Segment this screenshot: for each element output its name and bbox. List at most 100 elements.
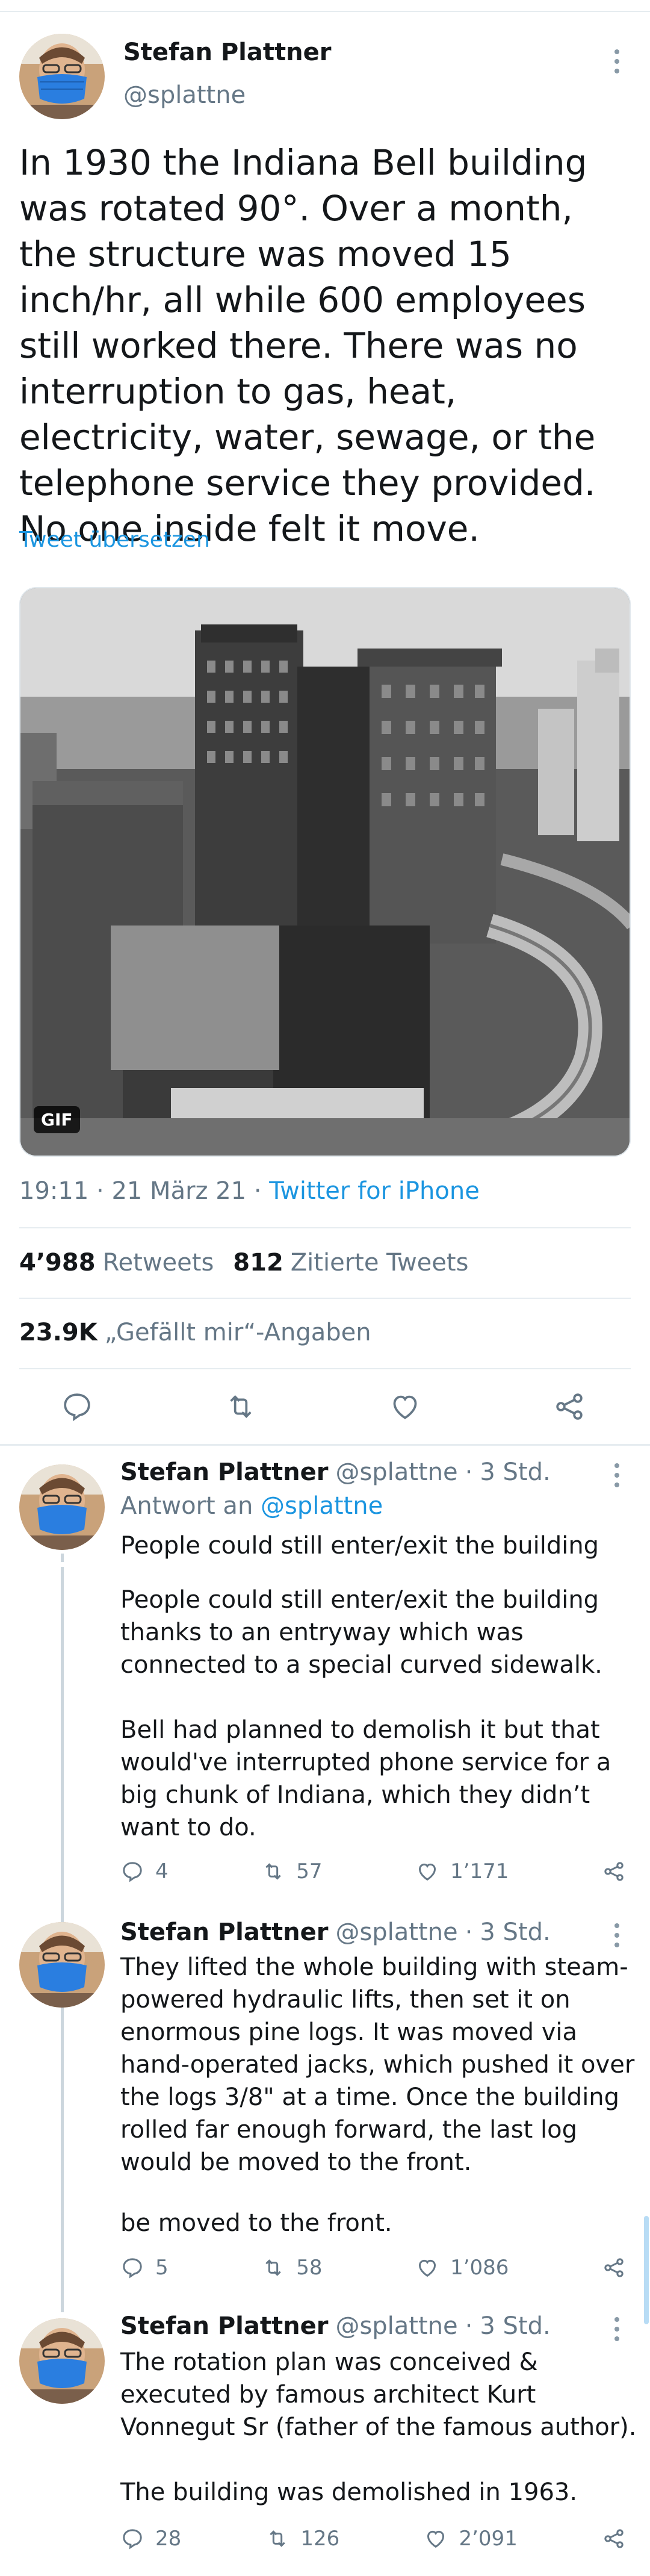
retweet-count: 57 bbox=[296, 1859, 323, 1884]
top-divider bbox=[0, 11, 650, 12]
likes-stat[interactable]: 23.9K „Gefällt mir“-Angaben bbox=[19, 1319, 371, 1346]
like-icon[interactable] bbox=[388, 1390, 422, 1426]
share-icon bbox=[604, 2529, 624, 2548]
like-icon bbox=[427, 2530, 445, 2548]
like-icon bbox=[419, 2259, 436, 2277]
author-name[interactable]: Stefan Plattner bbox=[123, 39, 331, 66]
reply-actions: 5 58 1’086 bbox=[120, 2256, 626, 2280]
retweets-label[interactable]: Retweets bbox=[103, 1249, 214, 1277]
retweet-button[interactable]: 58 bbox=[261, 2256, 322, 2280]
share-button[interactable] bbox=[602, 1859, 626, 1884]
reply-actions: 28 126 2’091 bbox=[120, 2527, 626, 2551]
separator-dot: · bbox=[465, 1458, 473, 1486]
reply-count: 28 bbox=[155, 2527, 182, 2551]
share-icon[interactable] bbox=[552, 1390, 586, 1426]
reply-icon[interactable] bbox=[60, 1390, 94, 1426]
tweet-client[interactable]: Twitter for iPhone bbox=[269, 1177, 480, 1205]
reply-avatar[interactable] bbox=[19, 1922, 105, 2008]
reply-button[interactable]: 4 bbox=[120, 1859, 169, 1884]
more-icon[interactable] bbox=[605, 1917, 629, 1953]
retweet-button[interactable]: 126 bbox=[265, 2527, 339, 2551]
reply-age[interactable]: 3 Std. bbox=[480, 2312, 550, 2340]
more-icon[interactable] bbox=[605, 43, 629, 79]
retweet-count: 58 bbox=[296, 2256, 323, 2280]
translate-link[interactable]: Tweet übersetzen bbox=[19, 527, 210, 552]
more-icon[interactable] bbox=[605, 1457, 629, 1493]
tweet-time[interactable]: 19:11 bbox=[19, 1177, 88, 1205]
separator-dot: · bbox=[246, 1177, 270, 1205]
reply-avatar[interactable] bbox=[19, 2318, 105, 2404]
share-icon bbox=[604, 1862, 624, 1881]
reply-icon bbox=[123, 1862, 142, 1882]
separator-dot: · bbox=[465, 1918, 473, 1946]
tweet-media-gif[interactable]: GIF bbox=[19, 587, 631, 1157]
reply-text: The rotation plan was conceived & execut… bbox=[120, 2348, 637, 2441]
reply-text-paragraph-2: The building was demolished in 1963. bbox=[120, 2478, 578, 2506]
gif-image bbox=[20, 588, 630, 1156]
separator-dot: · bbox=[88, 1177, 112, 1205]
like-button[interactable]: 1’086 bbox=[415, 2256, 509, 2280]
retweet-icon[interactable] bbox=[224, 1390, 258, 1426]
reply-header: Stefan Plattner @splattne · 3 Std. bbox=[120, 1918, 551, 1946]
engagement-stats: 4’988 Retweets 812 Zitierte Tweets bbox=[19, 1249, 468, 1277]
retweet-icon bbox=[270, 2530, 286, 2547]
author-avatar[interactable] bbox=[19, 34, 105, 119]
more-icon[interactable] bbox=[605, 2311, 629, 2347]
reply-author-handle[interactable]: @splattne bbox=[335, 1458, 457, 1486]
reply-author-handle[interactable]: @splattne bbox=[335, 2312, 457, 2340]
gif-badge: GIF bbox=[34, 1106, 80, 1133]
tweet-date[interactable]: 21 März 21 bbox=[111, 1177, 246, 1205]
divider bbox=[19, 1227, 631, 1228]
reply-preview-line: People could still enter/exit the buildi… bbox=[120, 1532, 599, 1560]
reply-icon bbox=[123, 2529, 142, 2550]
reply-author-handle[interactable]: @splattne bbox=[335, 1918, 457, 1946]
likes-count: 23.9K bbox=[19, 1319, 98, 1346]
retweet-icon bbox=[265, 1863, 281, 1880]
reply-header: Stefan Plattner @splattne · 3 Std. bbox=[120, 1458, 551, 1486]
share-button[interactable] bbox=[602, 2256, 626, 2280]
share-button[interactable] bbox=[602, 2527, 626, 2551]
reply-to-prefix: Antwort an bbox=[120, 1492, 253, 1520]
reply-button[interactable]: 5 bbox=[120, 2256, 169, 2280]
reply-button[interactable]: 28 bbox=[120, 2527, 181, 2551]
scrollbar-thumb[interactable] bbox=[644, 2216, 649, 2324]
reply-icon bbox=[123, 2258, 142, 2279]
retweets-count[interactable]: 4’988 bbox=[19, 1249, 96, 1277]
reply-actions: 4 57 1’171 bbox=[120, 1859, 626, 1884]
reply-to-line: Antwort an @splattne bbox=[120, 1492, 383, 1520]
reply-text: People could still enter/exit the buildi… bbox=[120, 1586, 602, 1679]
divider bbox=[19, 1298, 631, 1299]
author-handle[interactable]: @splattne bbox=[123, 81, 246, 109]
retweet-count: 126 bbox=[300, 2527, 340, 2551]
tweet-text: In 1930 the Indiana Bell building was ro… bbox=[19, 142, 596, 549]
like-button[interactable]: 2’091 bbox=[424, 2527, 518, 2551]
reply-ghost-line: be moved to the front. bbox=[120, 2209, 392, 2237]
reply-text-paragraph-2: Bell had planned to demolish it but that… bbox=[120, 1716, 611, 1841]
retweet-button[interactable]: 57 bbox=[261, 1859, 322, 1884]
reply-count: 4 bbox=[155, 1859, 169, 1884]
separator-dot: · bbox=[465, 2312, 473, 2340]
like-count: 2’091 bbox=[459, 2527, 518, 2551]
like-button[interactable]: 1’171 bbox=[415, 1859, 509, 1884]
like-icon bbox=[419, 1863, 436, 1881]
reply-age[interactable]: 3 Std. bbox=[480, 1918, 550, 1946]
quote-count[interactable]: 812 bbox=[233, 1249, 283, 1277]
likes-label: „Gefällt mir“-Angaben bbox=[104, 1319, 371, 1346]
quote-label[interactable]: Zitierte Tweets bbox=[291, 1249, 469, 1277]
reply-text: They lifted the whole building with stea… bbox=[120, 1953, 635, 2176]
reply-avatar[interactable] bbox=[19, 1464, 105, 1550]
retweet-icon bbox=[265, 2259, 281, 2276]
reply-author-name[interactable]: Stefan Plattner bbox=[120, 1458, 328, 1486]
scroll-seam bbox=[0, 1562, 650, 1567]
reply-count: 5 bbox=[155, 2256, 169, 2280]
reply-author-name[interactable]: Stefan Plattner bbox=[120, 1918, 328, 1946]
reply-header: Stefan Plattner @splattne · 3 Std. bbox=[120, 2312, 551, 2340]
like-count: 1’086 bbox=[450, 2256, 509, 2280]
divider bbox=[19, 1368, 631, 1369]
reply-to-handle[interactable]: @splattne bbox=[261, 1492, 383, 1520]
share-icon bbox=[604, 2258, 624, 2277]
divider bbox=[0, 1444, 650, 1446]
reply-age[interactable]: 3 Std. bbox=[480, 1458, 550, 1486]
avatar-image bbox=[19, 34, 105, 119]
reply-author-name[interactable]: Stefan Plattner bbox=[120, 2312, 328, 2340]
